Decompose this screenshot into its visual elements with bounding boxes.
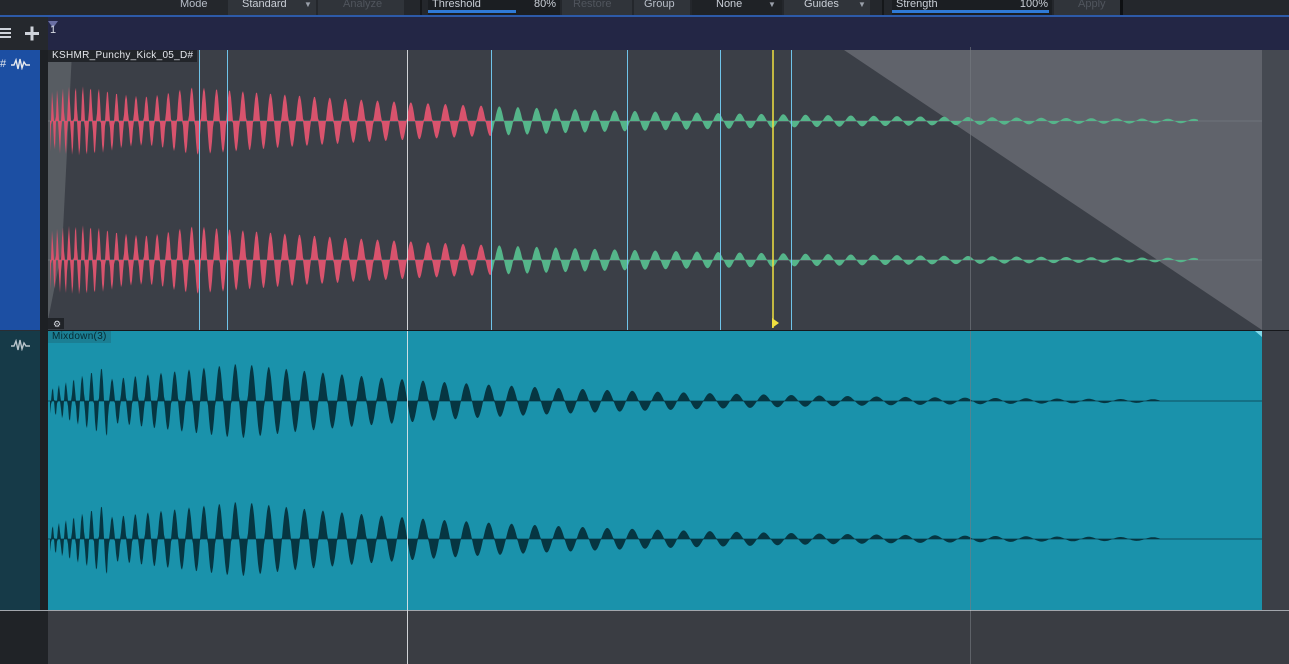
threshold-label: Threshold — [432, 0, 481, 10]
analyze-button[interactable]: Analyze — [318, 0, 404, 15]
mode-value: Standard — [242, 0, 287, 10]
empty-track-area[interactable] — [48, 611, 1289, 664]
strength-label: Strength — [896, 0, 938, 10]
track-list-icon[interactable] — [0, 28, 11, 38]
timeline-ruler[interactable]: 1 — [48, 17, 1289, 51]
chevron-down-icon: ▼ — [768, 0, 776, 9]
clip-name-kick[interactable]: KSHMR_Punchy_Kick_05_D# — [48, 50, 198, 62]
gear-icon: ⚙ — [53, 319, 61, 329]
strength-value: 100% — [1019, 0, 1048, 10]
threshold-fill — [428, 10, 516, 13]
strength-fill — [892, 10, 1049, 13]
kick-track-lane[interactable]: ⚙ — [48, 50, 1289, 330]
mixdown-track-lane[interactable] — [48, 331, 1289, 610]
guides-dropdown[interactable]: Guides ▼ — [784, 0, 870, 15]
mode-label: Mode — [180, 0, 208, 10]
mixdown-clip[interactable] — [48, 331, 1262, 610]
track-tools — [0, 17, 48, 50]
track-header-mixdown[interactable] — [0, 331, 40, 610]
chevron-down-icon: ▼ — [858, 0, 866, 9]
track-symbol: # — [0, 58, 7, 70]
group-value: None — [716, 0, 743, 10]
mode-dropdown[interactable]: Standard ▼ — [228, 0, 316, 15]
group-label: Group — [634, 0, 690, 15]
restore-button[interactable]: Restore — [562, 0, 632, 15]
track-header-kick[interactable]: # — [0, 50, 40, 330]
apply-button[interactable]: Apply — [1054, 0, 1120, 15]
waveform-icon — [11, 339, 30, 351]
add-track-icon[interactable] — [25, 26, 39, 41]
threshold-value: 80% — [533, 0, 556, 10]
audiobend-toolbar: Mode Standard ▼ Analyze Threshold 80% Re… — [0, 0, 1289, 15]
ruler-bar-number: 1 — [50, 24, 57, 36]
clip-name-mixdown[interactable]: Mixdown(3) — [48, 331, 111, 343]
threshold-slider[interactable]: Threshold 80% — [428, 0, 560, 15]
waveform-icon — [11, 58, 30, 70]
guides-label: Guides — [804, 0, 839, 10]
strength-slider[interactable]: Strength 100% — [892, 0, 1052, 15]
chevron-down-icon: ▼ — [304, 0, 312, 9]
group-dropdown[interactable]: None ▼ — [692, 0, 782, 15]
